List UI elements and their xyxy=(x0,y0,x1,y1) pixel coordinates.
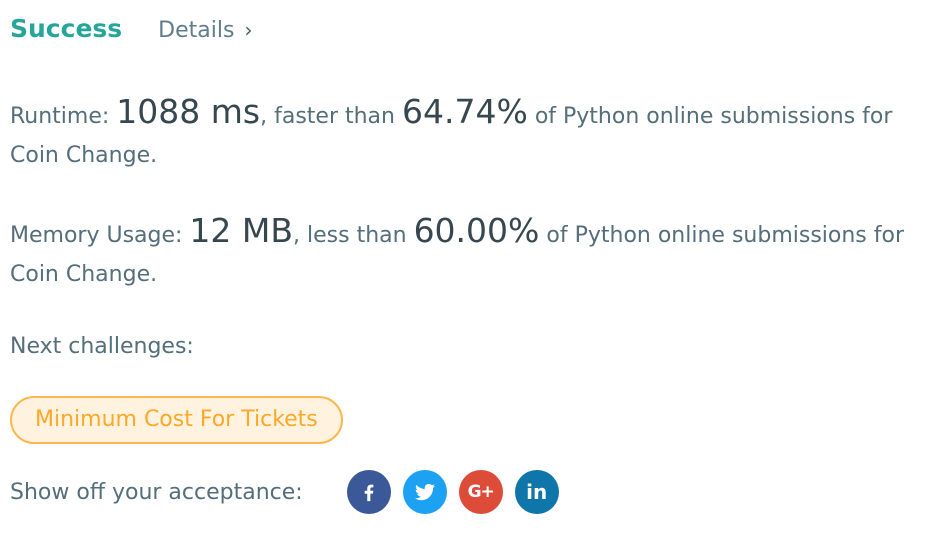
details-link[interactable]: Details › xyxy=(158,17,253,44)
memory-value: 12 MB xyxy=(189,211,294,250)
linkedin-share-button[interactable]: in xyxy=(514,470,559,514)
runtime-label: Runtime: xyxy=(10,104,117,129)
memory-stat: Memory Usage: 12 MB, less than 60.00% of… xyxy=(10,211,945,294)
runtime-tail-text: of Python online submissions for xyxy=(527,104,893,129)
linkedin-icon: in xyxy=(526,480,548,504)
google-plus-icon: G+ xyxy=(467,482,495,502)
challenge-tag-minimum-cost-for-tickets[interactable]: Minimum Cost For Tickets xyxy=(10,396,343,444)
memory-tail-text: of Python online submissions for xyxy=(539,223,905,248)
runtime-stat: Runtime: 1088 ms, faster than 64.74% of … xyxy=(10,92,945,175)
next-challenges-label: Next challenges: xyxy=(10,334,194,359)
runtime-middle-text: , faster than xyxy=(260,104,402,129)
runtime-value: 1088 ms xyxy=(116,92,261,131)
memory-problem-name: Coin Change. xyxy=(10,262,158,287)
result-header: Success Details › xyxy=(10,14,252,43)
status-success: Success xyxy=(10,14,123,43)
memory-percent: 60.00% xyxy=(413,211,540,250)
twitter-share-button[interactable] xyxy=(402,470,447,514)
twitter-icon xyxy=(414,483,435,501)
details-label: Details xyxy=(158,18,235,43)
memory-label: Memory Usage: xyxy=(10,223,190,248)
facebook-icon xyxy=(364,484,374,502)
chevron-right-icon: › xyxy=(244,17,253,42)
runtime-problem-name: Coin Change. xyxy=(10,143,158,168)
share-row: Show off your acceptance: G+ in xyxy=(10,470,571,514)
google-plus-share-button[interactable]: G+ xyxy=(458,470,503,514)
share-label: Show off your acceptance: xyxy=(10,479,303,505)
runtime-percent: 64.74% xyxy=(401,92,528,131)
memory-middle-text: , less than xyxy=(293,223,414,248)
facebook-share-button[interactable] xyxy=(346,470,391,514)
